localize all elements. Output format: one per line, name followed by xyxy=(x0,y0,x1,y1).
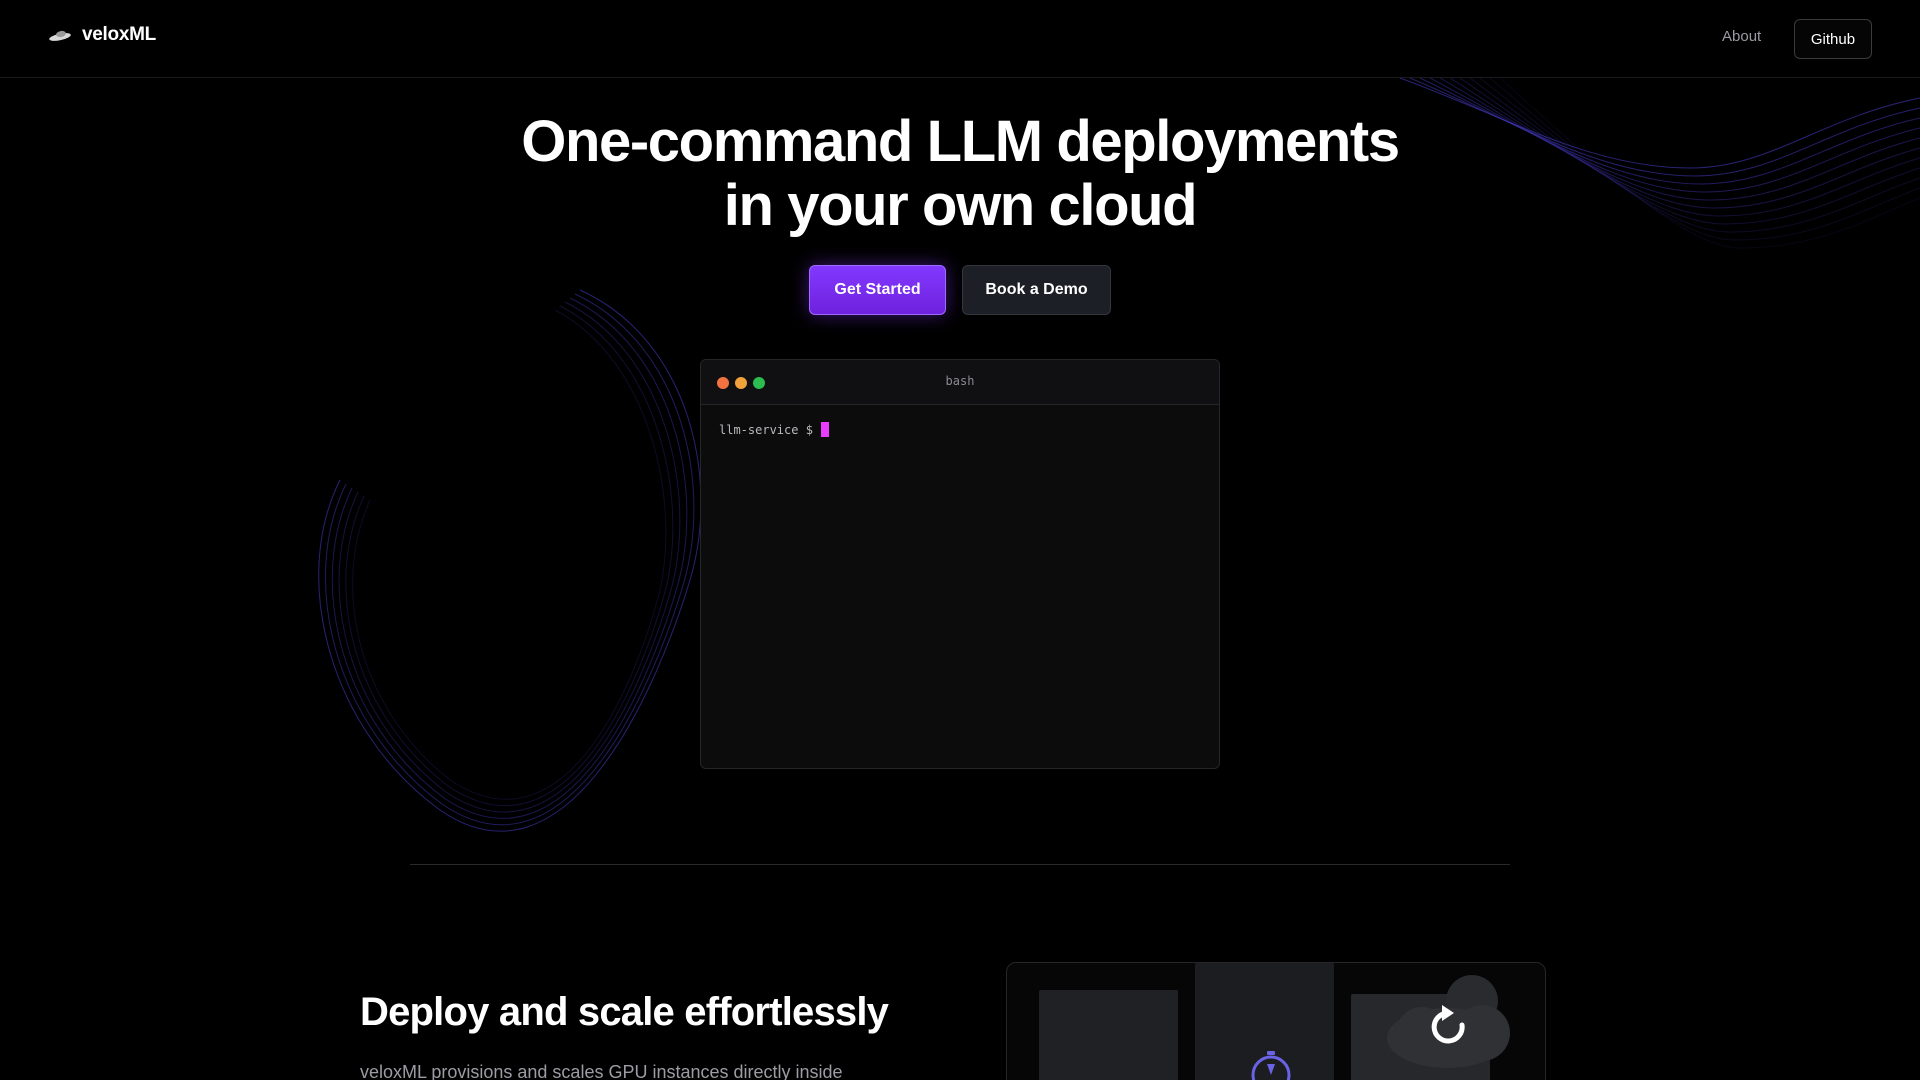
terminal-title: bash xyxy=(945,374,975,388)
feature-title: Deploy and scale effortlessly xyxy=(360,990,889,1034)
terminal-cursor xyxy=(820,422,829,437)
cloud-refresh-icon xyxy=(1387,975,1510,1068)
hero-title: One-command LLM deployments in your own … xyxy=(360,110,1560,238)
landing-page: veloxML About Github One-command LLM dep… xyxy=(0,0,1920,1080)
decorative-waves-left xyxy=(318,289,702,832)
github-button[interactable]: Github xyxy=(1794,19,1872,59)
illustration-tile xyxy=(1039,990,1178,1080)
hero-title-line-2: in your own cloud xyxy=(723,173,1198,238)
brand-name: veloxML xyxy=(82,24,156,45)
hero-title-line-1: One-command LLM deployments xyxy=(521,109,1400,174)
terminal-body[interactable]: llm-service $ xyxy=(701,405,1219,454)
flying-saucer-icon xyxy=(49,30,71,41)
get-started-button[interactable]: Get Started xyxy=(809,265,946,315)
book-demo-button[interactable]: Book a Demo xyxy=(962,265,1111,315)
brand[interactable]: veloxML xyxy=(48,24,156,46)
terminal-window[interactable]: bash llm-service $ xyxy=(700,359,1220,769)
terminal-title-bar: bash xyxy=(701,360,1219,405)
prompt-line: llm-service $ xyxy=(719,422,1201,437)
feature-description: veloxML provisions and scales GPU instan… xyxy=(360,1062,843,1080)
terminal-prompt: llm-service $ xyxy=(719,422,813,437)
feature-illustration xyxy=(1006,962,1546,1080)
stopwatch-icon xyxy=(1251,1051,1291,1080)
site-header: veloxML About Github xyxy=(0,0,1920,78)
section-divider xyxy=(410,864,1510,865)
nav-about-link[interactable]: About xyxy=(1722,28,1761,45)
